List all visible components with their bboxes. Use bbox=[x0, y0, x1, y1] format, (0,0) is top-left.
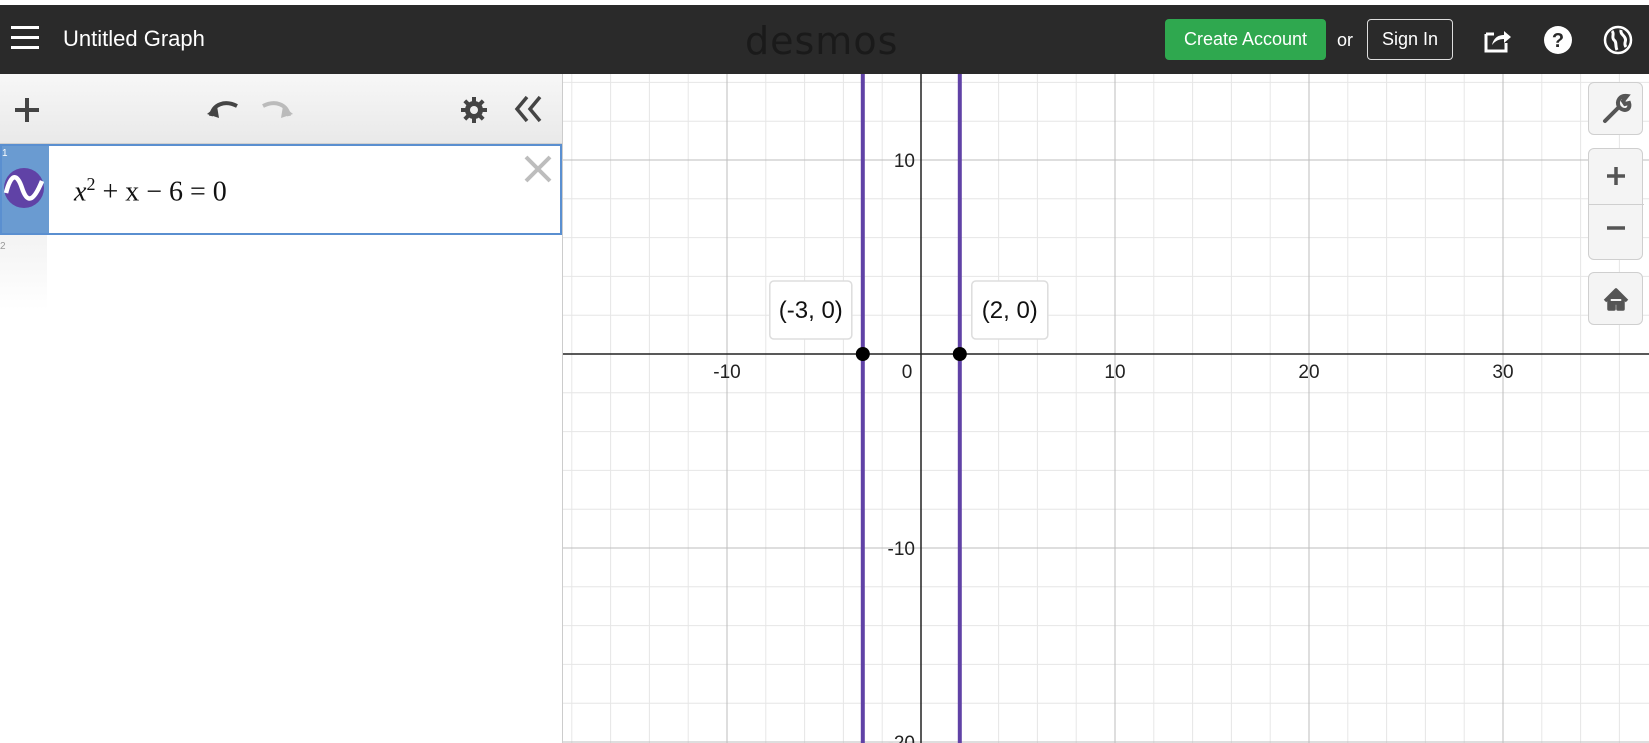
empty-expression-row[interactable]: 2 bbox=[0, 235, 47, 310]
wrench-icon[interactable] bbox=[1588, 82, 1643, 135]
create-account-button[interactable]: Create Account bbox=[1165, 19, 1326, 60]
undo-icon[interactable] bbox=[205, 94, 241, 125]
desmos-logo: desmos bbox=[745, 19, 899, 63]
y-tick-label: -10 bbox=[888, 539, 915, 560]
expression-math[interactable]: x2 + x − 6 = 0 bbox=[74, 174, 227, 208]
or-text: or bbox=[1337, 30, 1354, 50]
zoom-controls bbox=[1588, 148, 1644, 261]
top-bar: Untitled Graph desmos Create Account or … bbox=[0, 0, 1649, 74]
hamburger-menu-icon[interactable] bbox=[11, 26, 39, 50]
x-tick-label: 20 bbox=[1298, 362, 1319, 383]
expression-toolbar bbox=[0, 74, 562, 144]
redo-icon[interactable] bbox=[259, 94, 295, 125]
share-icon[interactable] bbox=[1482, 25, 1512, 55]
graph-svg[interactable]: -10 0 10 20 30 10 -10 -20 (-3, 0) (2, 0) bbox=[563, 74, 1649, 743]
x-tick-label: 10 bbox=[1104, 362, 1125, 383]
home-icon[interactable] bbox=[1588, 272, 1643, 325]
major-gridlines bbox=[563, 74, 1649, 743]
x-tick-label: -10 bbox=[713, 362, 740, 383]
expression-row[interactable]: 1 x2 + x − 6 = 0 bbox=[0, 144, 562, 235]
expression-rest: + x − 6 = 0 bbox=[95, 176, 227, 208]
x-tick-label: 0 bbox=[902, 362, 913, 383]
graph-wave-icon[interactable] bbox=[3, 167, 45, 209]
zoom-out-icon[interactable] bbox=[1589, 205, 1644, 261]
y-tick-label: -20 bbox=[888, 733, 915, 743]
graph-title[interactable]: Untitled Graph bbox=[63, 26, 205, 52]
points: (-3, 0) (2, 0) bbox=[769, 280, 1049, 361]
expression-panel: 1 x2 + x − 6 = 0 2 bbox=[0, 74, 563, 743]
root-point bbox=[952, 347, 967, 361]
minor-gridlines bbox=[563, 74, 1649, 743]
settings-gear-icon[interactable] bbox=[460, 96, 488, 129]
expression-index: 2 bbox=[0, 241, 6, 252]
expression-index: 1 bbox=[2, 148, 8, 159]
point-label: (-3, 0) bbox=[779, 297, 843, 324]
y-tick-label: 10 bbox=[894, 151, 915, 172]
zoom-in-icon[interactable] bbox=[1589, 149, 1644, 205]
language-globe-icon[interactable] bbox=[1603, 25, 1633, 55]
x-tick-label: 30 bbox=[1492, 362, 1513, 383]
root-point bbox=[855, 347, 870, 361]
axes bbox=[563, 74, 1649, 743]
delete-expression-icon[interactable] bbox=[522, 153, 554, 185]
curves bbox=[860, 74, 962, 743]
graph-canvas[interactable]: -10 0 10 20 30 10 -10 -20 (-3, 0) (2, 0) bbox=[563, 74, 1649, 743]
collapse-panel-icon[interactable] bbox=[513, 94, 545, 129]
add-icon[interactable] bbox=[13, 96, 41, 129]
sign-in-button[interactable]: Sign In bbox=[1367, 19, 1453, 60]
point-label: (2, 0) bbox=[982, 297, 1038, 324]
expression-base: x bbox=[74, 176, 87, 208]
expression-tab[interactable]: 1 bbox=[2, 146, 49, 233]
tick-labels: -10 0 10 20 30 10 -10 -20 bbox=[713, 151, 1513, 743]
help-icon[interactable]: ? bbox=[1543, 25, 1573, 55]
svg-text:?: ? bbox=[1552, 30, 1564, 52]
